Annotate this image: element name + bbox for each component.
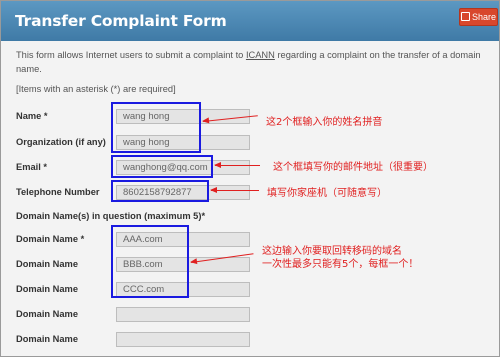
form-header: Transfer Complaint Form Share [1,1,499,41]
domain-name-label: Domain Name [16,309,78,319]
domain-name-input[interactable]: BBB.com [116,257,250,272]
annotation-note-domain-1: 这边输入你要取回转移码的域名 [262,246,402,257]
annotation-arrow [210,187,259,193]
domain-name-label: Domain Name * [16,234,85,244]
email-label: Email * [16,162,48,172]
annotation-note-email: 这个框填写你的邮件地址（很重要） [273,162,433,173]
organization-input[interactable]: wang hong [116,135,250,150]
email-input[interactable]: wanghong@qq.com [116,160,250,175]
domain-name-input[interactable] [116,332,250,347]
required-note: [Items with an asterisk (*) are required… [16,84,176,94]
telephone-input[interactable]: 8602158792877 [116,185,250,200]
domain-name-input[interactable]: CCC.com [116,282,250,297]
annotation-note-name: 这2个框输入你的姓名拼音 [266,117,383,128]
domain-name-label: Domain Name [16,284,78,294]
telephone-label: Telephone Number [16,187,100,197]
domain-name-input[interactable]: AAA.com [116,232,250,247]
annotation-note-phone: 填写你家座机（可随意写） [267,188,387,199]
domain-name-label: Domain Name [16,334,78,344]
annotation-arrow [214,162,260,168]
share-label: Share [471,12,497,22]
domain-name-input[interactable] [116,307,250,322]
annotation-note-domain-2: 一次性最多只能有5个，每框一个！ [262,259,419,270]
domain-section-label: Domain Name(s) in question (maximum 5)* [16,211,206,221]
intro-text-part: This form allows Internet users to submi… [16,50,246,60]
share-icon [460,12,470,21]
icann-link[interactable]: ICANN [246,50,275,60]
intro-text: This form allows Internet users to submi… [16,48,494,76]
page-title: Transfer Complaint Form [15,12,227,30]
name-input[interactable]: wang hong [116,109,250,124]
share-button[interactable]: Share [459,8,498,26]
organization-label: Organization (if any) [16,137,106,147]
domain-name-label: Domain Name [16,259,78,269]
name-label: Name * [16,111,48,121]
